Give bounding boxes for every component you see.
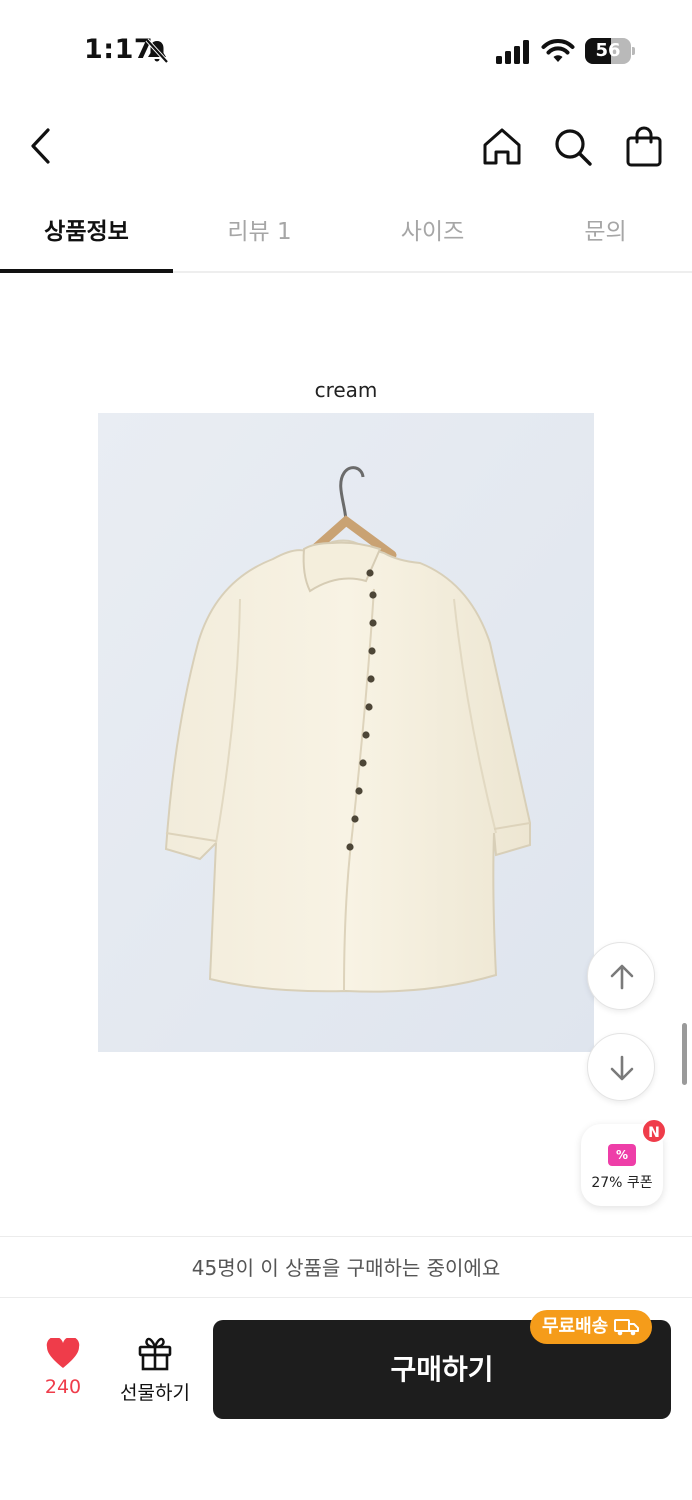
arrow-down-icon xyxy=(610,1055,634,1081)
truck-icon xyxy=(614,1319,640,1336)
scrollbar[interactable] xyxy=(682,1023,687,1085)
tab-reviews[interactable]: 리뷰 1 xyxy=(173,195,346,271)
gift-button[interactable]: 선물하기 xyxy=(114,1336,196,1405)
battery-level-text: 56 xyxy=(595,40,621,61)
shopping-bag-icon[interactable] xyxy=(622,125,666,169)
battery-icon: 56 xyxy=(585,38,635,64)
status-bar: 1:17 56 xyxy=(0,0,692,100)
home-icon[interactable] xyxy=(480,125,524,169)
like-button[interactable]: 240 xyxy=(33,1338,93,1398)
gift-icon xyxy=(138,1337,172,1371)
bell-muted-icon xyxy=(145,38,169,64)
tab-inquiry[interactable]: 문의 xyxy=(519,195,692,271)
coupon-label: 27% 쿠폰 xyxy=(591,1175,653,1191)
color-caption: cream xyxy=(314,378,378,402)
like-count: 240 xyxy=(44,1376,82,1398)
tab-size[interactable]: 사이즈 xyxy=(346,195,519,271)
buyers-message: 45명이 이 상품을 구매하는 중이에요 xyxy=(0,1236,692,1298)
product-tabs: 상품정보 리뷰 1 사이즈 문의 xyxy=(0,195,692,273)
product-image xyxy=(98,413,594,1052)
scroll-down-button[interactable] xyxy=(587,1033,655,1101)
gift-label: 선물하기 xyxy=(120,1382,190,1404)
back-arrow-icon[interactable] xyxy=(26,126,58,166)
coupon-icon: % xyxy=(608,1144,636,1166)
wifi-icon xyxy=(541,39,575,62)
heart-icon xyxy=(46,1338,80,1368)
purchase-bar: 240 선물하기 구매하기 무료배송 xyxy=(0,1298,692,1500)
status-time: 1:17 xyxy=(84,34,154,65)
top-navigation xyxy=(0,100,692,195)
arrow-up-icon xyxy=(610,964,634,990)
scroll-up-button[interactable] xyxy=(587,942,655,1010)
cellular-signal-icon xyxy=(496,40,529,64)
tab-product-info[interactable]: 상품정보 xyxy=(0,195,173,273)
new-badge: N xyxy=(641,1118,667,1144)
free-shipping-badge: 무료배송 xyxy=(530,1310,653,1344)
search-icon[interactable] xyxy=(551,125,595,169)
free-shipping-label: 무료배송 xyxy=(542,1316,609,1337)
